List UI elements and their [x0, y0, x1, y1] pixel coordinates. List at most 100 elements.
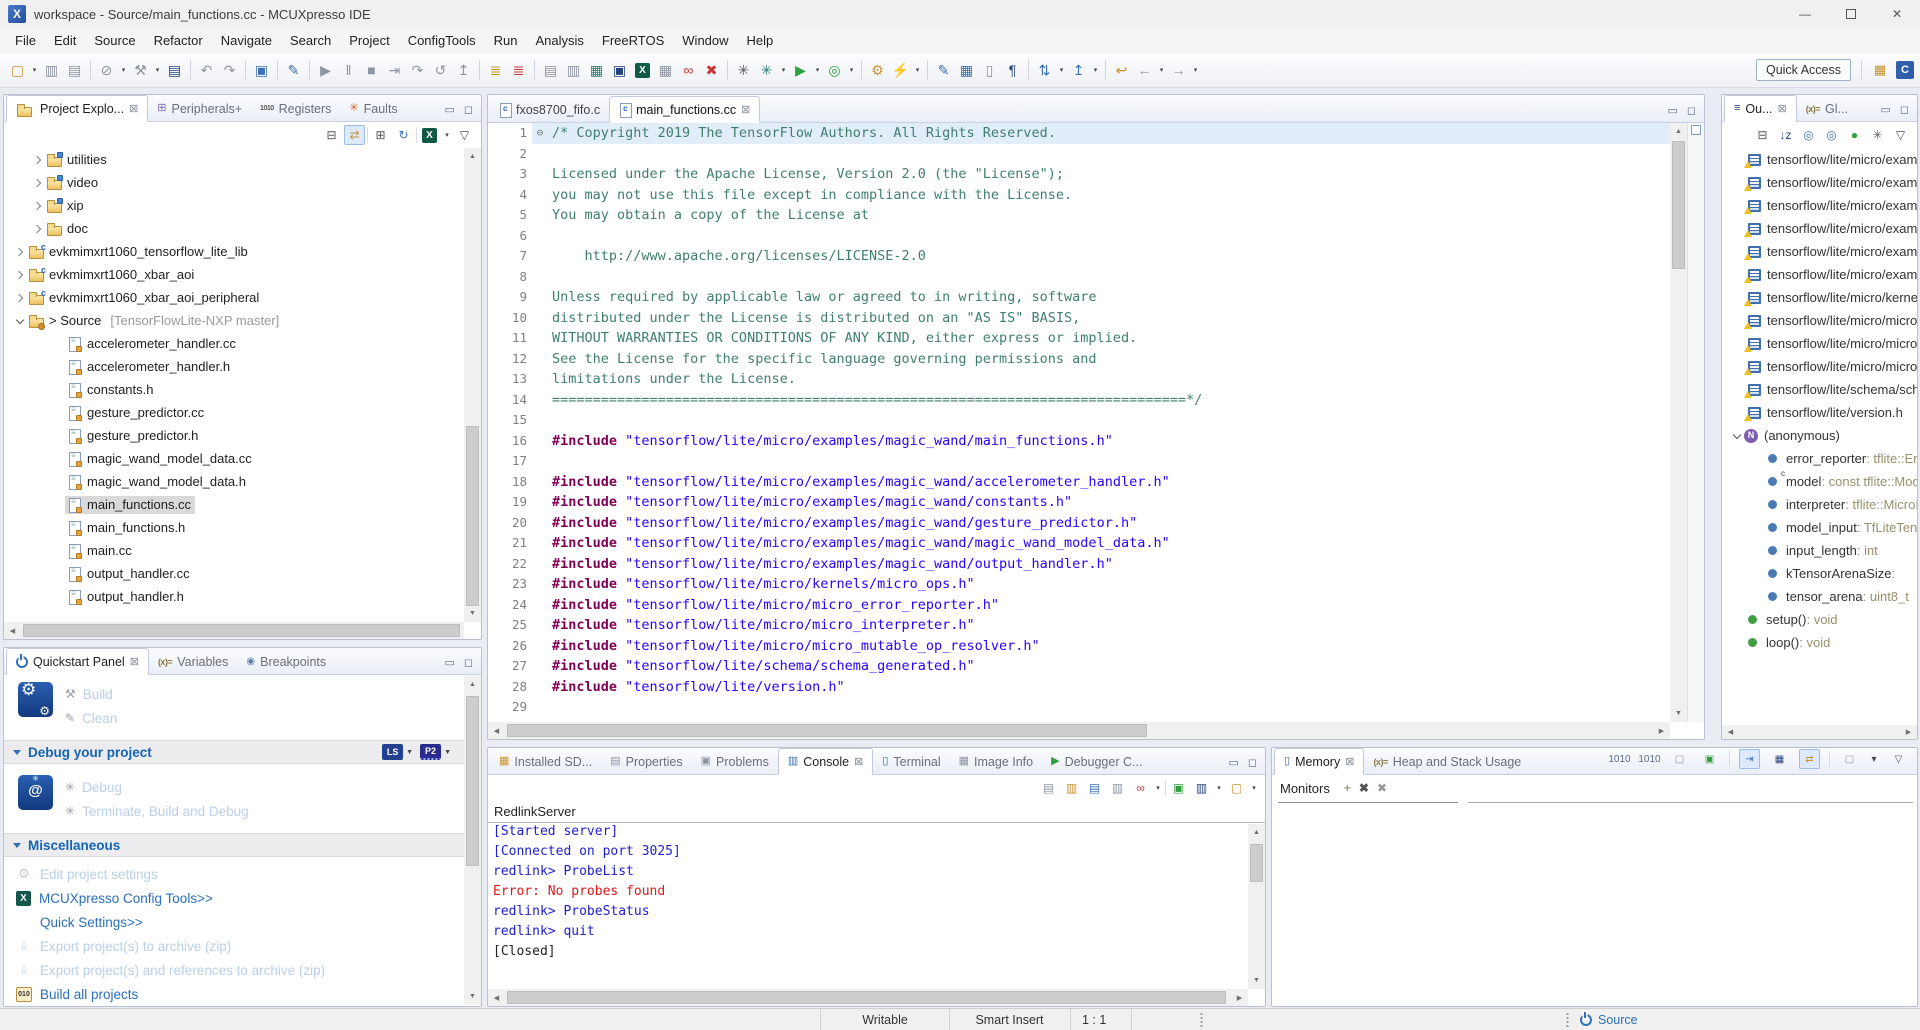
- debug-section-header[interactable]: Debug your project LS▼ P2▼: [4, 740, 464, 764]
- build-link[interactable]: ⚒Build: [65, 683, 117, 705]
- debug-link[interactable]: ✳Terminate, Build and Debug: [65, 800, 249, 822]
- toolbar-icon[interactable]: ▤: [63, 58, 86, 82]
- remove-all-monitors-icon[interactable]: ✖: [1377, 781, 1387, 795]
- tab-debugger-console[interactable]: ▶Debugger C...: [1042, 749, 1151, 774]
- misc-link[interactable]: Export project(s) and references to arch…: [4, 958, 464, 982]
- fold-marker-icon[interactable]: [532, 697, 548, 718]
- fold-marker-icon[interactable]: [532, 205, 548, 226]
- outline-item[interactable]: tensorflow/lite/micro/examples/magic_wan…: [1722, 240, 1917, 263]
- build-link[interactable]: ✎Clean: [65, 707, 117, 729]
- tab-peripherals[interactable]: ⊞Peripherals+: [148, 96, 251, 121]
- close-icon[interactable]: ⊠: [1345, 755, 1354, 768]
- minimize-button[interactable]: —: [1782, 0, 1828, 28]
- fold-marker-icon[interactable]: [532, 308, 548, 329]
- toolbar-icon[interactable]: ↷: [406, 58, 429, 82]
- scroll-thumb[interactable]: [507, 991, 1226, 1004]
- scroll-right-icon[interactable]: ▶: [1231, 989, 1248, 1006]
- menu-item[interactable]: Project: [340, 29, 398, 52]
- outline-item[interactable]: tensorflow/lite/micro/kernels/micro_ops.…: [1722, 286, 1917, 309]
- fold-marker-icon[interactable]: [532, 328, 548, 349]
- toolbar-icon[interactable]: ▾: [846, 58, 857, 82]
- tree-item[interactable]: evkmimxrt1060_tensorflow_lite_lib: [4, 240, 464, 263]
- tree-item[interactable]: main.cc: [4, 539, 464, 562]
- outline-item[interactable]: tensorflow/lite/micro/examples/magic_wan…: [1722, 171, 1917, 194]
- outline-toolbar-icon[interactable]: ✳: [1867, 125, 1888, 145]
- fold-marker-icon[interactable]: [532, 574, 548, 595]
- outline-item[interactable]: tensorflow/lite/schema/schema_generated.…: [1722, 378, 1917, 401]
- code-line[interactable]: 5 You may obtain a copy of the License a…: [488, 205, 1670, 226]
- toolbar-icon[interactable]: [309, 60, 310, 80]
- fold-marker-icon[interactable]: [532, 431, 548, 452]
- code-line[interactable]: 26 #include "tensorflow/lite/micro/micro…: [488, 636, 1670, 657]
- toolbar-icon[interactable]: [861, 60, 862, 80]
- toolbar-icon[interactable]: ▾: [1190, 58, 1201, 82]
- pemicro-badge[interactable]: P2: [420, 744, 441, 760]
- code-line[interactable]: 23 #include "tensorflow/lite/micro/kerne…: [488, 574, 1670, 595]
- tab-quickstart[interactable]: Quickstart Panel⊠: [6, 648, 149, 675]
- expand-chevron-icon[interactable]: [1729, 432, 1744, 440]
- toolbar-icon[interactable]: ▾: [118, 58, 129, 82]
- outline-item[interactable]: kTensorArenaSize :: [1722, 562, 1917, 585]
- tree-item[interactable]: main_functions.cc: [4, 493, 464, 516]
- explorer-toolbar-icon[interactable]: [367, 127, 368, 143]
- tree-item[interactable]: magic_wand_model_data.h: [4, 470, 464, 493]
- toolbar-icon[interactable]: [90, 60, 91, 80]
- scroll-up-icon[interactable]: ▲: [464, 148, 481, 165]
- code-line[interactable]: 12 See the License for the specific lang…: [488, 349, 1670, 370]
- memory-toolbar-icon[interactable]: ⇥: [1739, 749, 1760, 769]
- toolbar-icon[interactable]: [277, 60, 278, 80]
- tree-item[interactable]: main_functions.h: [4, 516, 464, 539]
- outline-item[interactable]: interpreter : tflite::MicroInterpreter: [1722, 493, 1917, 516]
- expand-chevron-icon[interactable]: [30, 203, 45, 209]
- scroll-down-icon[interactable]: ▼: [464, 605, 481, 622]
- toolbar-icon[interactable]: →: [1167, 58, 1190, 82]
- fold-marker-icon[interactable]: [532, 185, 548, 206]
- expand-chevron-icon[interactable]: [30, 226, 45, 232]
- fold-marker-icon[interactable]: [532, 287, 548, 308]
- outline-item[interactable]: tensorflow/lite/micro/examples/magic_wan…: [1722, 263, 1917, 286]
- console-toolbar-icon[interactable]: ▥: [1061, 778, 1082, 798]
- fold-marker-icon[interactable]: [532, 246, 548, 267]
- code-line[interactable]: 22 #include "tensorflow/lite/micro/examp…: [488, 554, 1670, 575]
- fold-marker-icon[interactable]: [532, 267, 548, 288]
- source-trim[interactable]: Source: [1580, 1009, 1638, 1030]
- misc-link[interactable]: Edit project settings: [4, 862, 464, 886]
- dropdown-icon[interactable]: ▼: [444, 749, 451, 756]
- tree-item[interactable]: video: [4, 171, 464, 194]
- toolbar-icon[interactable]: ▦: [585, 58, 608, 82]
- menu-item[interactable]: FreeRTOS: [593, 29, 673, 52]
- code-line[interactable]: 28 #include "tensorflow/lite/version.h": [488, 677, 1670, 698]
- memory-toolbar-icon[interactable]: [1829, 751, 1830, 767]
- scroll-up-icon[interactable]: ▲: [1670, 123, 1687, 140]
- toolbar-icon[interactable]: ▣: [250, 58, 273, 82]
- outline-item[interactable]: tensorflow/lite/micro/micro_interpreter.…: [1722, 332, 1917, 355]
- menu-item[interactable]: Source: [85, 29, 144, 52]
- tab-faults[interactable]: ✳Faults: [340, 96, 406, 121]
- linkserver-badge[interactable]: LS: [382, 744, 403, 760]
- console-toolbar-icon[interactable]: ▣: [1168, 778, 1189, 798]
- toolbar-icon[interactable]: ≣: [484, 58, 507, 82]
- console-toolbar-icon[interactable]: ▾: [1153, 778, 1163, 798]
- menu-item[interactable]: Navigate: [212, 29, 281, 52]
- fold-marker-icon[interactable]: [532, 144, 548, 165]
- toolbar-icon[interactable]: ∞: [677, 58, 700, 82]
- outline-toolbar-icon[interactable]: ◎: [1821, 125, 1842, 145]
- expand-chevron-icon[interactable]: [12, 272, 27, 278]
- memory-toolbar-icon[interactable]: ▢: [1839, 749, 1860, 769]
- fold-marker-icon[interactable]: [532, 513, 548, 534]
- explorer-toolbar-icon[interactable]: ⊞: [370, 125, 391, 145]
- toolbar-icon[interactable]: ↩: [1110, 58, 1133, 82]
- code-line[interactable]: 24 #include "tensorflow/lite/micro/micro…: [488, 595, 1670, 616]
- outline-item[interactable]: input_length : int: [1722, 539, 1917, 562]
- fold-marker-icon[interactable]: [532, 410, 548, 431]
- explorer-toolbar-icon[interactable]: ↻: [393, 125, 414, 145]
- toolbar-icon[interactable]: ✎: [282, 58, 305, 82]
- code-line[interactable]: 1 ⊖ /* Copyright 2019 The TensorFlow Aut…: [488, 123, 1670, 144]
- toolbar-icon[interactable]: ↥: [452, 58, 475, 82]
- toolbar-icon[interactable]: ▦: [955, 58, 978, 82]
- misc-link[interactable]: Build all projects: [4, 982, 464, 1006]
- console-toolbar-icon[interactable]: ▥: [1191, 778, 1212, 798]
- scroll-right-icon[interactable]: ▶: [1653, 722, 1670, 739]
- tab-project-explorer[interactable]: Project Explo...⊠: [6, 95, 148, 122]
- expand-chevron-icon[interactable]: [30, 180, 45, 186]
